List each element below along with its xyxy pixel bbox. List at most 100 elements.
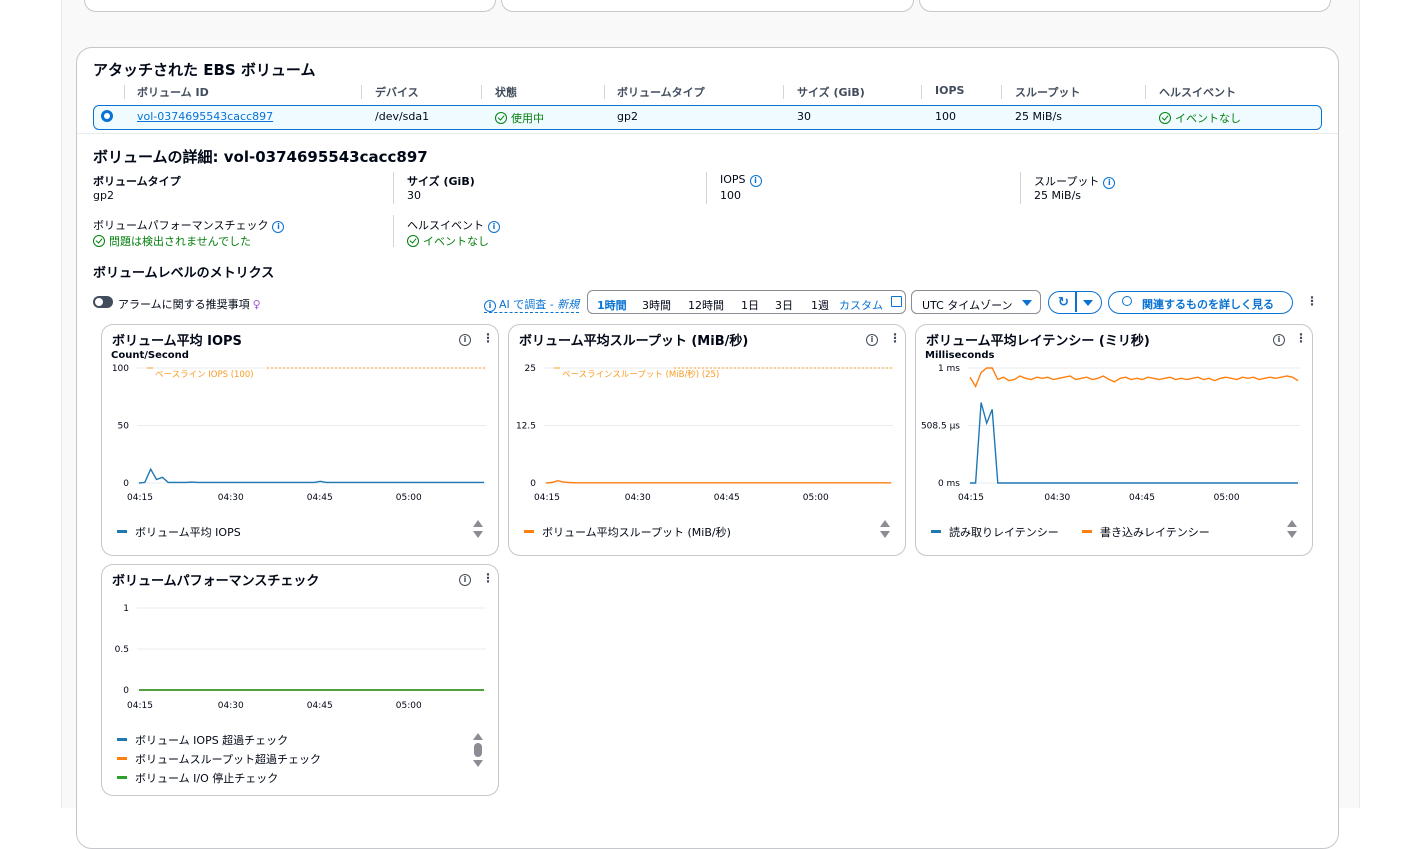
time-range-3h[interactable]: 3時間	[642, 297, 671, 313]
time-range-1h[interactable]: 1時間	[597, 297, 627, 313]
scroll-down-icon[interactable]	[473, 760, 483, 767]
explore-related-label: 関連するものを詳しく見る	[1142, 298, 1274, 311]
legend-swatch	[931, 530, 941, 533]
calendar-icon[interactable]	[891, 296, 902, 307]
alarm-toggle-label: アラームに関する推奨事項 ♀	[118, 296, 261, 312]
legend-swatch	[1082, 530, 1092, 533]
chart-menu-icon[interactable]: ⋮	[482, 571, 494, 585]
column-header-volume-id[interactable]: ボリューム ID	[137, 84, 209, 100]
scroll-up-icon[interactable]	[880, 520, 890, 527]
timezone-select[interactable]: UTC タイムゾーン	[911, 290, 1041, 314]
section-title: アタッチされた EBS ボリューム	[93, 61, 316, 79]
health-cell: イベントなし	[1159, 110, 1241, 126]
series-line	[970, 402, 1298, 484]
top-card	[84, 0, 496, 12]
legend-scroll[interactable]	[473, 520, 483, 538]
alarm-toggle[interactable]	[93, 296, 113, 308]
legend-scroll[interactable]	[1287, 520, 1297, 538]
divider	[77, 133, 1338, 134]
x-tick-label: 05:00	[396, 493, 422, 503]
x-tick-label: 04:30	[218, 493, 244, 503]
column-separator	[124, 85, 125, 99]
detail-health-label: ヘルスイベント i	[407, 217, 500, 233]
volume-id-link[interactable]: vol-0374695543cacc897	[137, 110, 273, 123]
info-icon[interactable]: i	[272, 221, 285, 233]
scroll-down-icon[interactable]	[1287, 531, 1297, 538]
column-header-device[interactable]: デバイス	[375, 84, 419, 100]
y-tick-label: 100	[112, 364, 129, 374]
column-header-volume-type[interactable]: ボリュームタイプ	[617, 84, 705, 100]
column-divider	[393, 172, 394, 204]
table-row[interactable]	[93, 105, 1322, 130]
chart-iops-plot: 100 50 0 04:15 04:30 04:45 05:00 ベースライン IOPS (1…	[112, 364, 486, 503]
scroll-up-icon[interactable]	[1287, 520, 1297, 527]
info-icon[interactable]: i	[866, 334, 878, 346]
info-icon[interactable]: i	[1103, 177, 1116, 189]
series-line	[545, 479, 891, 484]
refresh-icon[interactable]: ↻	[1058, 295, 1069, 310]
info-icon[interactable]: i	[749, 175, 762, 187]
legend-swatch	[117, 738, 127, 741]
chart-menu-icon[interactable]: ⋮	[1295, 331, 1307, 345]
info-icon[interactable]: i	[1273, 334, 1285, 346]
detail-throughput-value: 25 MiB/s	[1034, 189, 1082, 202]
x-tick-label: 04:45	[714, 493, 740, 503]
column-header-state[interactable]: 状態	[495, 84, 517, 100]
info-icon[interactable]: i	[488, 221, 500, 233]
detail-iops-label: IOPS i	[720, 173, 762, 187]
x-tick-label: 04:45	[1129, 493, 1155, 503]
legend-item[interactable]: ボリューム IOPS 超過チェック	[117, 732, 288, 748]
legend-item[interactable]: 読み取りレイテンシー	[931, 524, 1059, 540]
y-tick-label: 0	[123, 479, 129, 489]
chart-menu-icon[interactable]: ⋮	[889, 331, 901, 345]
scroll-thumb[interactable]	[474, 743, 482, 757]
detail-type-label: ボリュームタイプ	[93, 175, 181, 188]
time-range-1d[interactable]: 1日	[741, 297, 759, 313]
column-header-throughput[interactable]: スループット	[1015, 84, 1080, 100]
detail-perf-value: 問題は検出されませんでした	[93, 233, 251, 249]
column-header-iops[interactable]: IOPS	[935, 84, 964, 97]
legend-item[interactable]: ボリューム平均 IOPS	[117, 524, 241, 540]
info-icon[interactable]: i	[459, 574, 471, 586]
time-range-3d[interactable]: 3日	[775, 297, 793, 313]
detail-size-value: 30	[407, 189, 421, 202]
scroll-down-icon[interactable]	[473, 531, 483, 538]
chart-title: ボリュームパフォーマンスチェック	[112, 574, 320, 589]
legend-item[interactable]: ボリューム平均スループット (MiB/秒)	[524, 524, 731, 540]
ai-investigate-link[interactable]: i AI で調査 - 新規	[484, 296, 580, 313]
column-separator	[783, 85, 784, 99]
legend-scroll[interactable]	[473, 733, 483, 767]
legend-swatch	[117, 776, 127, 779]
x-tick-label: 04:15	[958, 493, 984, 503]
more-options-icon[interactable]: ⋮	[1306, 294, 1318, 308]
explore-related-button[interactable]: 関連するものを詳しく見る	[1108, 291, 1293, 314]
legend-swatch	[117, 530, 127, 533]
column-separator	[481, 85, 482, 99]
time-range-custom[interactable]: カスタム	[839, 297, 883, 313]
y-tick-label: 0	[123, 686, 129, 696]
info-icon[interactable]: i	[459, 334, 471, 346]
chart-latency-plot: 1 ms 508.5 μs 0 ms 04:15 04:30 04:45 05:00	[921, 364, 1300, 503]
scroll-up-icon[interactable]	[473, 733, 483, 740]
time-range-1w[interactable]: 1週	[811, 297, 829, 313]
legend-item[interactable]: ボリュームスループット超過チェック	[117, 751, 321, 767]
y-tick-label: 1	[123, 604, 129, 614]
scroll-up-icon[interactable]	[473, 520, 483, 527]
x-tick-label: 04:45	[307, 701, 333, 711]
legend-item[interactable]: ボリューム I/O 停止チェック	[117, 770, 278, 786]
scroll-down-icon[interactable]	[880, 531, 890, 538]
column-header-size[interactable]: サイズ (GiB)	[797, 84, 865, 100]
refresh-interval-dropdown-icon[interactable]	[1083, 300, 1093, 306]
legend-scroll[interactable]	[880, 520, 890, 538]
detail-throughput-label: スループット i	[1034, 173, 1116, 189]
legend-item[interactable]: 書き込みレイテンシー	[1082, 524, 1210, 540]
detail-health-value-text: イベントなし	[423, 235, 489, 248]
legend-swatch	[524, 530, 534, 533]
detail-iops-value: 100	[720, 189, 741, 202]
row-radio-button[interactable]	[101, 110, 113, 122]
time-range-12h[interactable]: 12時間	[688, 297, 724, 313]
chart-menu-icon[interactable]: ⋮	[482, 331, 494, 345]
column-header-health[interactable]: ヘルスイベント	[1159, 84, 1236, 100]
legend-label: ボリューム平均 IOPS	[135, 526, 241, 539]
ai-new-label: 新規	[557, 298, 580, 311]
